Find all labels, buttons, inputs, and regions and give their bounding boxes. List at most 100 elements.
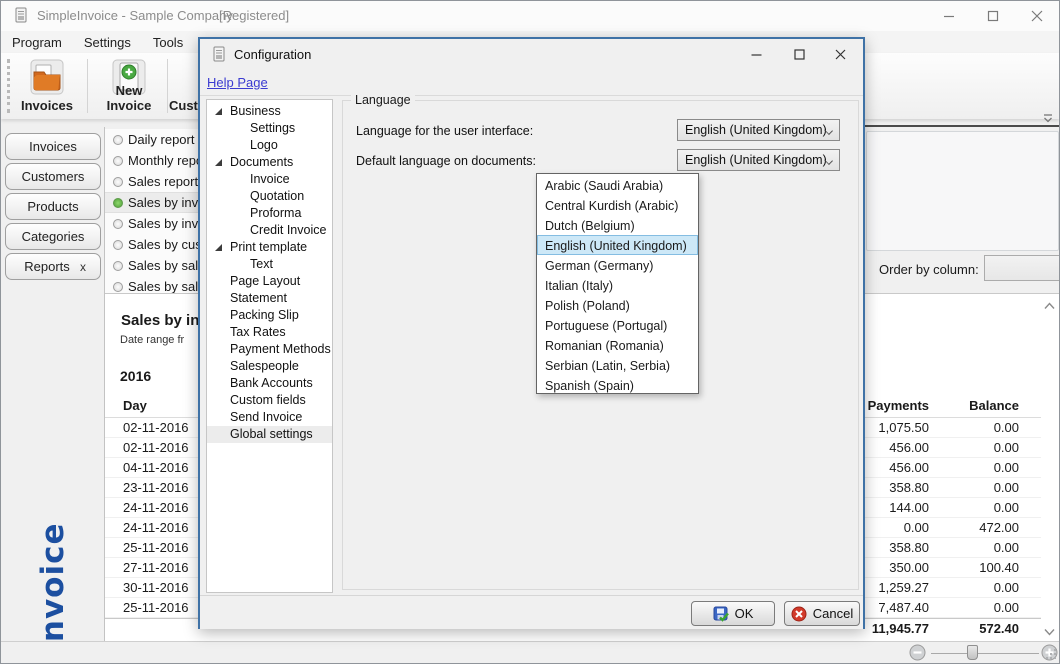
tree-item[interactable]: Statement [207, 290, 332, 307]
order-by-label: Order by column: [879, 262, 979, 277]
tree-item[interactable]: Salespeople [207, 358, 332, 375]
dropdown-option[interactable]: Romanian (Romania) [537, 335, 698, 355]
column-header-balance[interactable]: Balance [969, 398, 1019, 413]
resize-grip[interactable] [1045, 648, 1057, 663]
dialog-close-button[interactable] [819, 39, 861, 69]
tree-item-label: Statement [230, 291, 287, 305]
tree-item[interactable]: Business [207, 103, 332, 120]
dropdown-option[interactable]: Dutch (Belgium) [537, 215, 698, 235]
reports-tab-close-icon[interactable]: x [80, 260, 86, 274]
menu-item[interactable]: Program [1, 33, 73, 52]
app-icon [13, 7, 29, 26]
menu-item[interactable]: Settings [73, 33, 142, 52]
cell-payments: 0.00 [904, 520, 929, 535]
toolbar-overflow-icon[interactable] [1043, 111, 1053, 126]
help-page-link[interactable]: Help Page [207, 75, 268, 90]
dropdown-option[interactable]: Arabic (Saudi Arabia) [537, 175, 698, 195]
dropdown-option[interactable]: Portuguese (Portugal) [537, 315, 698, 335]
tree-item[interactable]: Proforma [207, 205, 332, 222]
ok-button[interactable]: OK [691, 601, 775, 626]
new-invoice-toolbar-button[interactable]: New Invoice [93, 57, 165, 115]
dropdown-option[interactable]: Spanish (Spain) [537, 375, 698, 395]
report-title: Sales by in [121, 312, 199, 329]
tree-item[interactable]: Print template [207, 239, 332, 256]
report-list-item[interactable]: Sales by sales [105, 255, 198, 276]
cell-balance: 472.00 [979, 520, 1019, 535]
dialog-minimize-button[interactable] [735, 39, 777, 69]
tree-item[interactable]: Invoice [207, 171, 332, 188]
dropdown-option[interactable]: Serbian (Latin, Serbia) [537, 355, 698, 375]
tree-item-label: Credit Invoice [250, 223, 326, 237]
dialog-maximize-button[interactable] [778, 39, 820, 69]
report-list-item[interactable]: Monthly repo [105, 150, 198, 171]
column-header-payments[interactable]: Payments [868, 398, 929, 413]
ui-language-select[interactable]: English (United Kingdom) [677, 119, 840, 141]
dropdown-option[interactable]: German (Germany) [537, 255, 698, 275]
tree-item[interactable]: Send Invoice [207, 409, 332, 426]
order-by-input[interactable] [984, 255, 1060, 281]
report-list-item[interactable]: Sales by cust [105, 234, 198, 255]
tree-item[interactable]: Tax Rates [207, 324, 332, 341]
tree-item[interactable]: Quotation [207, 188, 332, 205]
tree-item[interactable]: Settings [207, 120, 332, 137]
tree-item[interactable]: Custom fields [207, 392, 332, 409]
ok-button-label: OK [735, 606, 754, 621]
invoices-folder-icon [27, 58, 67, 96]
dropdown-option[interactable]: Polish (Poland) [537, 295, 698, 315]
tree-item-label: Payment Methods [230, 342, 331, 356]
report-list-item[interactable]: Daily report [105, 129, 198, 150]
zoom-out-icon[interactable] [909, 644, 926, 664]
sidebar-tab-invoices[interactable]: Invoices [5, 133, 101, 160]
dropdown-option[interactable]: Italian (Italy) [537, 275, 698, 295]
sidebar-tab-label: Invoices [29, 139, 77, 154]
report-list-item[interactable]: Sales report [105, 171, 198, 192]
toolbar-button-label: New Invoice [93, 83, 165, 113]
dropdown-option[interactable]: English (United Kingdom) [537, 235, 698, 255]
report-year-heading: 2016 [120, 368, 151, 384]
sidebar-tab-reports[interactable]: Reports x [5, 253, 101, 280]
sidebar-tab-customers[interactable]: Customers [5, 163, 101, 190]
sidebar-tab-products[interactable]: Products [5, 193, 101, 220]
tree-item-label: Invoice [250, 172, 290, 186]
tree-item[interactable]: Global settings [207, 426, 332, 443]
dropdown-option[interactable]: Central Kurdish (Arabic) [537, 195, 698, 215]
cell-day: 02-11-2016 [123, 420, 189, 435]
sidebar-tab-categories[interactable]: Categories [5, 223, 101, 250]
scroll-down-icon[interactable] [1044, 624, 1055, 639]
dropdown-option-label: Spanish (Spain) [545, 379, 634, 393]
menu-item[interactable]: Tools [142, 33, 194, 52]
cell-payments: 456.00 [889, 460, 929, 475]
cell-payments: 1,075.50 [878, 420, 929, 435]
cell-day: 24-11-2016 [123, 500, 189, 515]
radio-icon [113, 261, 123, 271]
tree-item[interactable]: Credit Invoice [207, 222, 332, 239]
cancel-button[interactable]: Cancel [784, 601, 860, 626]
close-button[interactable] [1015, 1, 1059, 31]
report-list-item-label: Sales by sales [128, 279, 198, 294]
column-header-day[interactable]: Day [123, 398, 147, 413]
tree-item[interactable]: Bank Accounts [207, 375, 332, 392]
report-list-item[interactable]: Sales by invo [105, 192, 198, 213]
tree-item[interactable]: Payment Methods [207, 341, 332, 358]
cell-day: 04-11-2016 [123, 460, 189, 475]
tree-item[interactable]: Packing Slip [207, 307, 332, 324]
tree-item[interactable]: Documents [207, 154, 332, 171]
cancel-icon [791, 606, 807, 622]
zoom-slider-thumb[interactable] [967, 645, 978, 660]
minimize-button[interactable] [927, 1, 971, 31]
tree-item[interactable]: Logo [207, 137, 332, 154]
dropdown-option-label: English (United Kingdom) [545, 239, 687, 253]
tree-item[interactable]: Text [207, 256, 332, 273]
registered-badge: [Registered] [219, 8, 289, 23]
invoices-toolbar-button[interactable]: Invoices [15, 57, 79, 115]
report-list-item-label: Sales by sales [128, 258, 198, 273]
dropdown-option-label: Arabic (Saudi Arabia) [545, 179, 663, 193]
toolbar-drag-handle[interactable] [7, 59, 10, 113]
maximize-button[interactable] [971, 1, 1015, 31]
cell-balance: 0.00 [994, 440, 1019, 455]
sidebar: Invoices Customers Products Categories R… [1, 127, 105, 664]
scroll-up-icon[interactable] [1044, 298, 1055, 313]
tree-item[interactable]: Page Layout [207, 273, 332, 290]
doc-language-select[interactable]: English (United Kingdom) [677, 149, 840, 171]
report-list-item[interactable]: Sales by invo [105, 213, 198, 234]
